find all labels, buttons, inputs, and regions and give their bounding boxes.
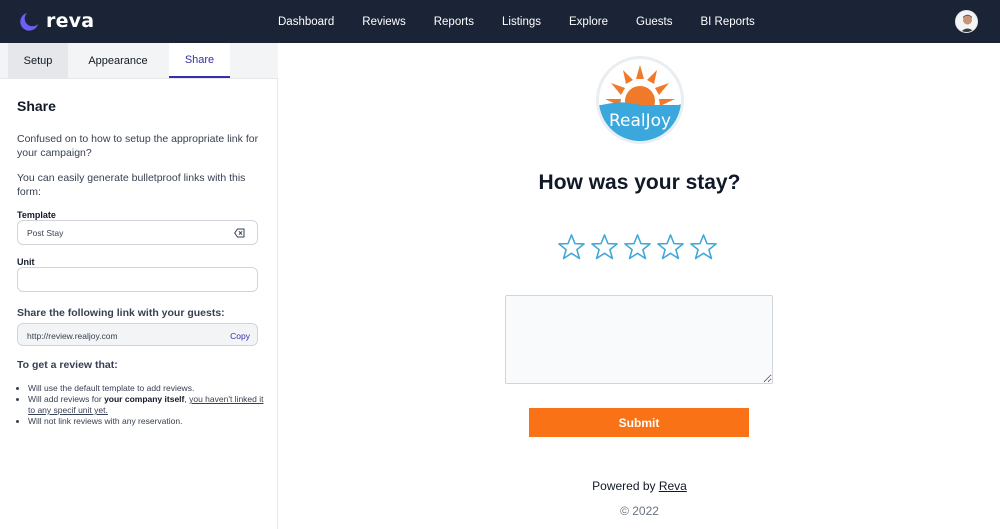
star-2-icon[interactable] [590,233,619,262]
share-help-text: You can easily generate bulletproof link… [17,172,246,198]
powered-by-text: Powered by [592,479,659,493]
review-info-label: To get a review that: [17,359,118,371]
review-info-item: Will add reviews for your company itself… [28,394,268,416]
submit-button[interactable]: Submit [529,408,749,437]
nav-explore[interactable]: Explore [569,16,608,28]
star-rating[interactable] [557,233,718,263]
clear-backspace-icon[interactable] [234,228,245,238]
bullet-2-bold: your company itself [104,394,185,404]
share-intro-text: Confused on to how to setup the appropri… [17,133,259,159]
share-link-field[interactable]: http://review.realjoy.com Copy [17,323,258,346]
reva-link[interactable]: Reva [659,479,687,493]
nav-bi-reports[interactable]: BI Reports [700,16,754,28]
unit-label: Unit [17,257,35,267]
powered-by: Powered by Reva [279,479,1000,493]
share-link-label: Share the following link with your guest… [17,307,225,319]
review-info-list: Will use the default template to add rev… [28,383,268,427]
settings-tabs: Setup Appearance Share [0,43,278,79]
copy-link-button[interactable]: Copy [230,331,250,341]
brand-logo[interactable]: reva [20,9,94,33]
tab-share[interactable]: Share [169,43,230,78]
user-avatar[interactable] [955,10,978,33]
star-3-icon[interactable] [623,233,652,262]
unit-select[interactable] [17,267,258,292]
review-info-item: Will use the default template to add rev… [28,383,268,394]
nav-reports[interactable]: Reports [434,16,474,28]
bullet-3-text: Will not link reviews with any reservati… [28,416,183,426]
tab-appearance[interactable]: Appearance [80,43,156,78]
nav-listings[interactable]: Listings [502,16,541,28]
user-avatar-icon [956,11,977,32]
review-form-preview: RealJoy How was your stay? Submit Powere… [279,43,1000,529]
star-4-icon[interactable] [656,233,685,262]
nav-guests[interactable]: Guests [636,16,672,28]
copyright: © 2022 [620,504,659,518]
star-5-icon[interactable] [689,233,718,262]
bullet-1-text: Will use the default template to add rev… [28,383,195,393]
template-value: Post Stay [27,228,64,238]
star-1-icon[interactable] [557,233,586,262]
tab-setup[interactable]: Setup [8,43,68,78]
review-info-item: Will not link reviews with any reservati… [28,416,268,427]
top-nav-bar: reva Dashboard Reviews Reports Listings … [0,0,1000,43]
realjoy-logo: RealJoy [596,56,684,144]
review-comment-textarea[interactable] [505,295,773,384]
brand-name: reva [46,10,95,32]
settings-panel: Setup Appearance Share Share Confused on… [0,43,278,529]
main-nav: Dashboard Reviews Reports Listings Explo… [278,0,783,43]
share-link-value: http://review.realjoy.com [27,331,118,341]
share-heading: Share [17,98,56,114]
logo-text: RealJoy [609,111,671,131]
nav-reviews[interactable]: Reviews [362,16,405,28]
survey-question-title: How was your stay? [538,171,741,194]
template-select[interactable]: Post Stay [17,220,258,245]
template-label: Template [17,210,56,220]
crescent-logo-icon [20,13,38,31]
bullet-2-prefix: Will add reviews for [28,394,105,404]
nav-dashboard[interactable]: Dashboard [278,16,334,28]
